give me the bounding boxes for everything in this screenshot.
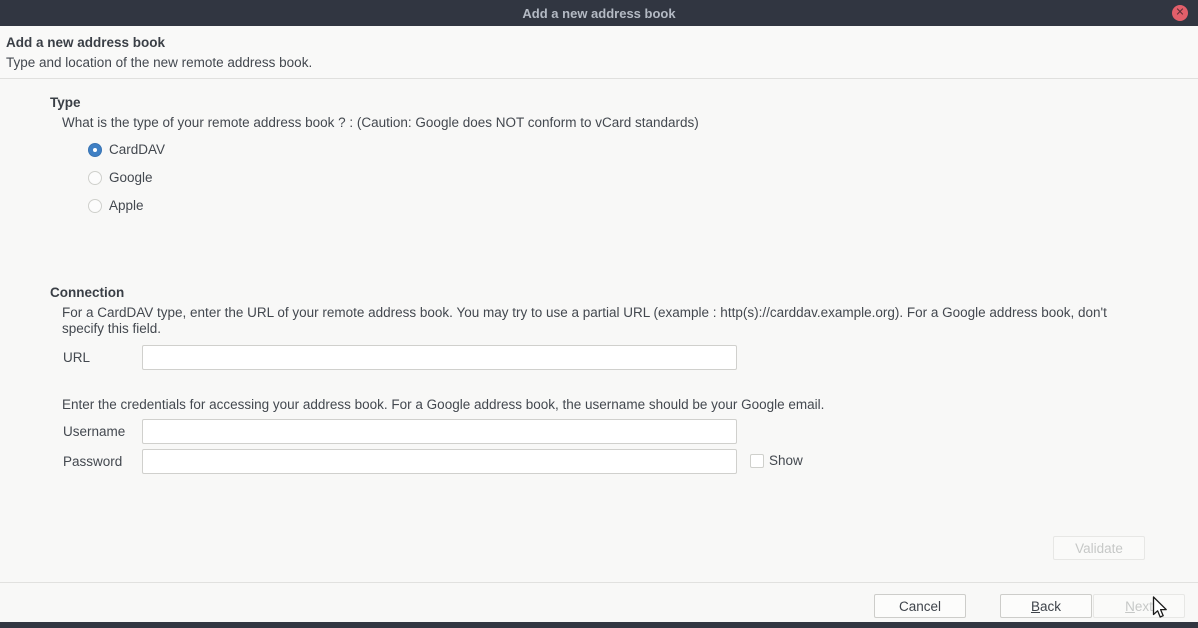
url-description: For a CardDAV type, enter the URL of you… xyxy=(62,305,1147,337)
page-subtitle: Type and location of the new remote addr… xyxy=(6,53,1192,73)
next-button[interactable]: Next xyxy=(1093,594,1185,618)
page-title: Add a new address book xyxy=(6,33,1192,53)
type-section-heading: Type xyxy=(50,95,81,110)
username-input[interactable] xyxy=(142,419,737,444)
close-button[interactable]: ✕ xyxy=(1172,5,1188,21)
radio-unselected-icon[interactable] xyxy=(88,199,102,213)
titlebar[interactable]: Add a new address book ✕ xyxy=(0,0,1198,26)
add-address-book-dialog: Add a new address book ✕ Add a new addre… xyxy=(0,0,1198,628)
page-header: Add a new address book Type and location… xyxy=(0,26,1198,79)
radio-unselected-icon[interactable] xyxy=(88,171,102,185)
checkbox-unchecked-icon[interactable] xyxy=(750,454,764,468)
username-label: Username xyxy=(63,424,125,439)
window-title: Add a new address book xyxy=(522,6,675,21)
back-button-label: ack xyxy=(1040,599,1061,614)
footer-separator xyxy=(0,582,1198,583)
close-icon: ✕ xyxy=(1175,7,1184,18)
radio-option-apple[interactable]: Apple xyxy=(88,198,144,213)
radio-label: Google xyxy=(109,170,153,185)
back-button[interactable]: Back xyxy=(1000,594,1092,618)
credentials-description: Enter the credentials for accessing your… xyxy=(62,397,1147,413)
password-input[interactable] xyxy=(142,449,737,474)
window-bottom-edge xyxy=(0,622,1198,628)
back-button-mnemonic: B xyxy=(1031,599,1040,614)
radio-option-google[interactable]: Google xyxy=(88,170,153,185)
radio-option-carddav[interactable]: CardDAV xyxy=(88,142,165,157)
show-password-checkbox-row[interactable]: Show xyxy=(750,453,803,468)
radio-label: CardDAV xyxy=(109,142,165,157)
cancel-button[interactable]: Cancel xyxy=(874,594,966,618)
type-section-description: What is the type of your remote address … xyxy=(62,115,1152,131)
next-button-mnemonic: N xyxy=(1125,599,1135,614)
password-label: Password xyxy=(63,454,122,469)
next-button-label: ext xyxy=(1135,599,1153,614)
connection-section-heading: Connection xyxy=(50,285,124,300)
url-label: URL xyxy=(63,350,90,365)
radio-selected-icon[interactable] xyxy=(88,143,102,157)
show-password-label: Show xyxy=(769,453,803,468)
radio-label: Apple xyxy=(109,198,144,213)
validate-button[interactable]: Validate xyxy=(1053,536,1145,560)
url-input[interactable] xyxy=(142,345,737,370)
